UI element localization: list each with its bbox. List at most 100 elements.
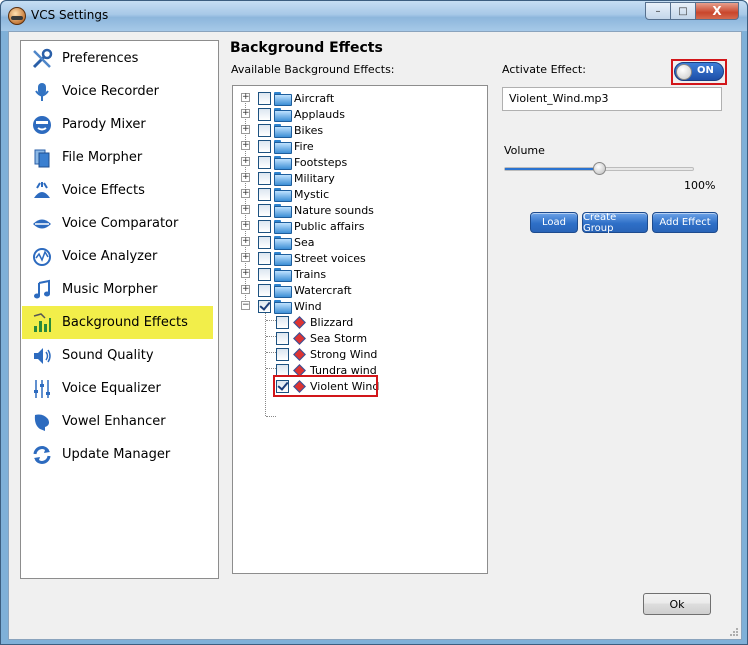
effect-file-field[interactable]: Violent_Wind.mp3: [502, 87, 722, 111]
checkbox[interactable]: [276, 347, 289, 361]
tree-folder-public-affairs[interactable]: + Public affairs: [241, 218, 364, 234]
volume-slider[interactable]: [504, 162, 694, 175]
music-note-icon: [30, 278, 54, 302]
checkbox[interactable]: [258, 251, 271, 265]
checkbox[interactable]: [258, 155, 271, 169]
tree-folder-applauds[interactable]: + Applauds: [241, 106, 345, 122]
tree-folder-wind[interactable]: − Wind: [241, 298, 322, 314]
checkbox[interactable]: [258, 123, 271, 137]
minimize-button[interactable]: –: [645, 2, 671, 20]
page-title: Background Effects: [230, 40, 383, 56]
tree-folder-nature-sounds[interactable]: + Nature sounds: [241, 202, 374, 218]
checkbox-checked[interactable]: [258, 299, 271, 313]
volume-slider-thumb[interactable]: [593, 162, 606, 175]
checkbox[interactable]: [258, 203, 271, 217]
sidebar-item-sound-quality[interactable]: Sound Quality: [22, 339, 212, 372]
sidebar-item-update-manager[interactable]: Update Manager: [22, 438, 212, 471]
window-title: VCS Settings: [31, 8, 109, 22]
folder-icon: [274, 140, 292, 154]
sidebar-item-voice-equalizer[interactable]: Voice Equalizer: [22, 372, 212, 405]
sidebar-item-preferences[interactable]: Preferences: [22, 42, 212, 75]
sidebar-item-vowel-enhancer[interactable]: Vowel Enhancer: [22, 405, 212, 438]
checkbox[interactable]: [258, 219, 271, 233]
add-effect-button[interactable]: Add Effect: [652, 212, 718, 233]
expand-plus-icon[interactable]: +: [241, 285, 250, 294]
expand-plus-icon[interactable]: +: [241, 125, 250, 134]
tree-folder-aircraft[interactable]: + Aircraft: [241, 90, 334, 106]
folder-icon: [274, 156, 292, 170]
expand-plus-icon[interactable]: +: [241, 141, 250, 150]
folder-icon: [274, 172, 292, 186]
sidebar-item-parody-mixer[interactable]: Parody Mixer: [22, 108, 212, 141]
window-controls: – □ X: [645, 2, 739, 20]
effects-tree[interactable]: + Aircraft + Applauds + Bikes + Fire + F…: [232, 85, 488, 574]
expand-plus-icon[interactable]: +: [241, 173, 250, 182]
folder-icon: [274, 188, 292, 202]
checkbox[interactable]: [276, 315, 289, 329]
activate-effect-toggle[interactable]: ON: [674, 62, 724, 81]
checkbox[interactable]: [258, 107, 271, 121]
tree-folder-street-voices[interactable]: + Street voices: [241, 250, 366, 266]
tree-connector: [266, 368, 276, 369]
maximize-button[interactable]: □: [671, 2, 696, 20]
tree-folder-fire[interactable]: + Fire: [241, 138, 314, 154]
expand-plus-icon[interactable]: +: [241, 221, 250, 230]
sidebar-item-music-morpher[interactable]: Music Morpher: [22, 273, 212, 306]
highlight-box: [273, 375, 378, 397]
tree-folder-footsteps[interactable]: + Footsteps: [241, 154, 347, 170]
tree-folder-sea[interactable]: + Sea: [241, 234, 315, 250]
folder-icon: [274, 268, 292, 282]
sidebar-item-voice-recorder[interactable]: Voice Recorder: [22, 75, 212, 108]
expand-plus-icon[interactable]: +: [241, 189, 250, 198]
settings-client-area: Preferences Voice Recorder Parody Mixer …: [8, 31, 742, 640]
tree-folder-bikes[interactable]: + Bikes: [241, 122, 323, 138]
sidebar-item-voice-comparator[interactable]: Voice Comparator: [22, 207, 212, 240]
create-group-button[interactable]: Create Group: [582, 212, 648, 234]
resize-grip-icon[interactable]: [729, 627, 739, 637]
tree-connector: [266, 352, 276, 353]
update-arrows-icon: [30, 443, 54, 467]
title-bar[interactable]: VCS Settings – □ X: [1, 1, 747, 31]
expand-plus-icon[interactable]: +: [241, 157, 250, 166]
checkbox[interactable]: [258, 235, 271, 249]
folder-open-icon: [274, 300, 292, 314]
sidebar-item-voice-analyzer[interactable]: Voice Analyzer: [22, 240, 212, 273]
wrench-screwdriver-icon: [30, 47, 54, 71]
checkbox[interactable]: [258, 283, 271, 297]
checkbox[interactable]: [258, 139, 271, 153]
checkbox[interactable]: [258, 187, 271, 201]
checkbox[interactable]: [276, 331, 289, 345]
checkbox[interactable]: [258, 91, 271, 105]
collapse-minus-icon[interactable]: −: [241, 301, 250, 310]
load-button[interactable]: Load: [530, 212, 578, 233]
folder-icon: [274, 92, 292, 106]
expand-plus-icon[interactable]: +: [241, 253, 250, 262]
close-button[interactable]: X: [696, 2, 739, 20]
tree-connector: [265, 308, 266, 416]
tree-folder-trains[interactable]: + Trains: [241, 266, 326, 282]
app-icon: [8, 7, 26, 25]
expand-plus-icon[interactable]: +: [241, 93, 250, 102]
analyzer-icon: [30, 245, 54, 269]
equalizer-icon: [30, 377, 54, 401]
checkbox[interactable]: [258, 171, 271, 185]
expand-plus-icon[interactable]: +: [241, 109, 250, 118]
expand-plus-icon[interactable]: +: [241, 205, 250, 214]
checkbox[interactable]: [258, 267, 271, 281]
tree-folder-mystic[interactable]: + Mystic: [241, 186, 329, 202]
folder-icon: [274, 252, 292, 266]
tree-folder-military[interactable]: + Military: [241, 170, 335, 186]
folder-icon: [274, 204, 292, 218]
tree-item-sea-storm[interactable]: Sea Storm: [276, 330, 367, 346]
sidebar-item-voice-effects[interactable]: Voice Effects: [22, 174, 212, 207]
tree-folder-watercraft[interactable]: + Watercraft: [241, 282, 352, 298]
tree-item-strong-wind[interactable]: Strong Wind: [276, 346, 377, 362]
mask-icon: [30, 113, 54, 137]
tree-item-blizzard[interactable]: Blizzard: [276, 314, 353, 330]
expand-plus-icon[interactable]: +: [241, 269, 250, 278]
ok-button[interactable]: Ok: [643, 593, 711, 615]
folder-icon: [274, 124, 292, 138]
sidebar-item-file-morpher[interactable]: File Morpher: [22, 141, 212, 174]
sidebar-item-background-effects[interactable]: Background Effects: [22, 306, 213, 339]
expand-plus-icon[interactable]: +: [241, 237, 250, 246]
